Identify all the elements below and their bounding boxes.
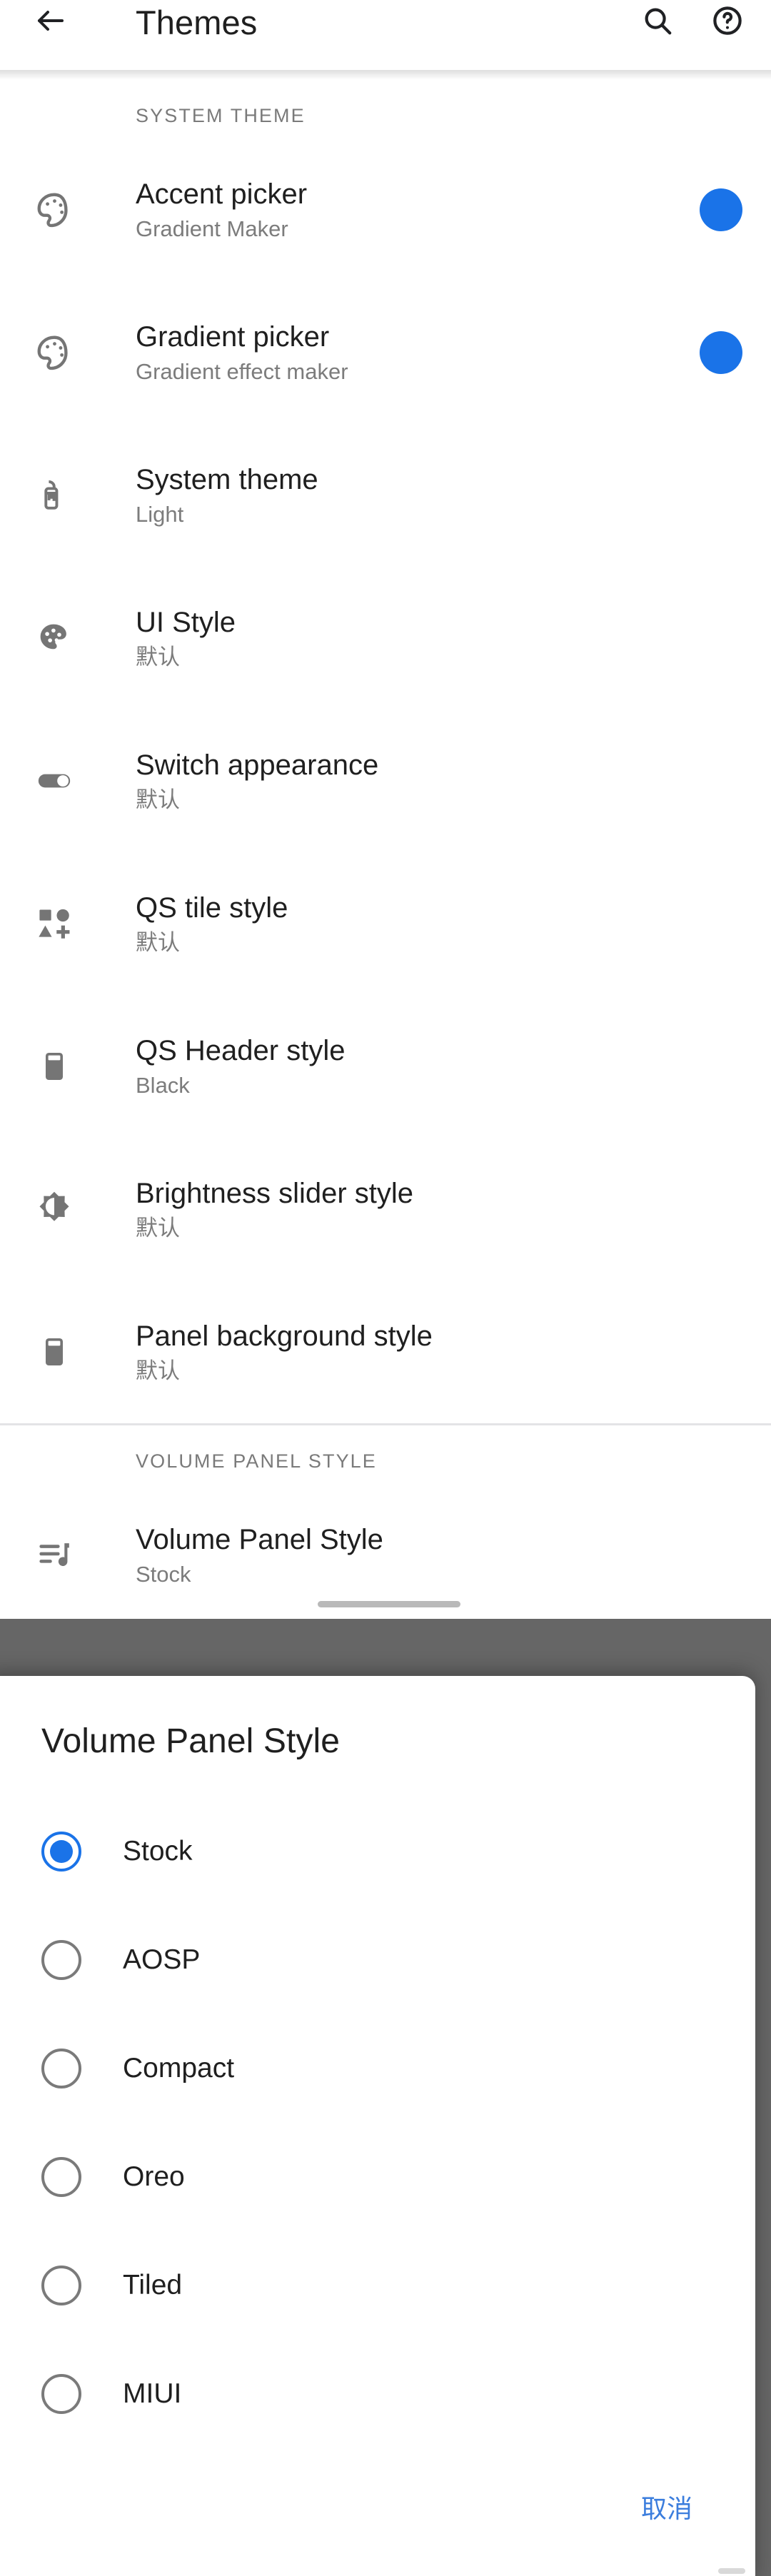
dialog-option-compact[interactable]: Compact xyxy=(0,2014,755,2123)
list-item-subtitle: Gradient Maker xyxy=(136,216,288,241)
list-item-switch-appearance[interactable]: Switch appearance 默认 xyxy=(0,709,771,852)
radio-button-icon[interactable] xyxy=(41,2266,81,2305)
settings-list[interactable]: SYSTEM THEME Accent picker Gradient Make… xyxy=(0,80,771,1627)
search-icon xyxy=(641,4,674,41)
qs-header-icon xyxy=(29,1041,80,1092)
dialog-option-label: Tiled xyxy=(123,2270,183,2300)
dialog-option-label: AOSP xyxy=(123,1944,201,1975)
palette-outline-icon xyxy=(29,327,80,378)
dialog-option-oreo[interactable]: Oreo xyxy=(0,2123,755,2231)
dialog-option-aosp[interactable]: AOSP xyxy=(0,1906,755,2014)
accent-color-swatch[interactable] xyxy=(700,188,742,231)
list-item-subtitle: Gradient effect maker xyxy=(136,358,348,384)
dialog-actions: 取消 xyxy=(633,2481,701,2532)
list-item-subtitle: 默认 xyxy=(136,644,180,670)
list-item-title: Switch appearance xyxy=(136,749,379,781)
page-title: Themes xyxy=(136,3,258,41)
panel-background-icon xyxy=(29,1326,80,1378)
list-item-title: Brightness slider style xyxy=(136,1177,414,1209)
list-item-text: QS tile style 默认 xyxy=(136,892,742,955)
list-item-text: UI Style 默认 xyxy=(136,607,742,670)
list-item-brightness-slider-style[interactable]: Brightness slider style 默认 xyxy=(0,1138,771,1281)
radio-button-icon[interactable] xyxy=(41,2374,81,2414)
list-item-text: Volume Panel Style Stock xyxy=(136,1524,742,1587)
list-item-text: Switch appearance 默认 xyxy=(136,749,742,812)
arrow-back-icon xyxy=(34,4,68,41)
list-item-ui-style[interactable]: UI Style 默认 xyxy=(0,567,771,709)
list-scrollbar-thumb[interactable] xyxy=(318,1601,460,1607)
cookie-palette-icon xyxy=(29,612,80,664)
dialog-option-stock[interactable]: Stock xyxy=(0,1797,755,1906)
list-item-title: Volume Panel Style xyxy=(136,1523,383,1555)
list-item-text: Brightness slider style 默认 xyxy=(136,1178,742,1241)
list-item-qs-header-style[interactable]: QS Header style Black xyxy=(0,995,771,1138)
list-item-subtitle: 默认 xyxy=(136,1358,180,1383)
dialog-title: Volume Panel Style xyxy=(41,1722,341,1760)
brightness-icon xyxy=(29,1183,80,1235)
app-bar-shadow xyxy=(0,70,771,80)
list-item-qs-tile-style[interactable]: QS tile style 默认 xyxy=(0,852,771,995)
list-item-title: Accent picker xyxy=(136,178,308,210)
help-button[interactable] xyxy=(708,3,747,41)
list-item-title: Gradient picker xyxy=(136,320,330,353)
list-item-system-theme[interactable]: System theme Light xyxy=(0,424,771,567)
gesture-nav-pill xyxy=(718,2568,745,2574)
list-item-subtitle: Light xyxy=(136,501,184,527)
dialog-option-label: Stock xyxy=(123,1836,193,1867)
help-circle-icon xyxy=(711,4,744,41)
list-item-subtitle: 默认 xyxy=(136,1215,180,1241)
list-item-title: QS Header style xyxy=(136,1034,346,1066)
section-header-volume-panel-style: VOLUME PANEL STYLE xyxy=(136,1450,377,1472)
list-item-subtitle: 默认 xyxy=(136,929,180,955)
back-button[interactable] xyxy=(29,0,73,44)
section-header-system-theme: SYSTEM THEME xyxy=(136,105,306,126)
dialog-option-tiled[interactable]: Tiled xyxy=(0,2231,755,2340)
dialog-option-label: MIUI xyxy=(123,2378,182,2409)
dialog-option-miui[interactable]: MIUI xyxy=(0,2340,755,2448)
list-item-text: System theme Light xyxy=(136,464,742,527)
list-item-title: QS tile style xyxy=(136,892,288,924)
list-item-title: UI Style xyxy=(136,606,236,638)
dialog-option-list: Stock AOSP Compact Oreo Tiled MIUI xyxy=(0,1797,755,2448)
list-item-text: Panel background style 默认 xyxy=(136,1320,742,1383)
radio-button-icon[interactable] xyxy=(41,2157,81,2197)
toggle-switch-icon xyxy=(29,755,80,807)
list-item-title: System theme xyxy=(136,463,318,495)
list-item-text: QS Header style Black xyxy=(136,1035,742,1098)
palette-outline-icon xyxy=(29,184,80,236)
cancel-button[interactable]: 取消 xyxy=(633,2481,701,2532)
list-item-gradient-picker[interactable]: Gradient picker Gradient effect maker xyxy=(0,281,771,424)
volume-panel-style-dialog: Volume Panel Style Stock AOSP Compact Or… xyxy=(0,1676,755,2576)
dialog-option-label: Compact xyxy=(123,2053,235,2083)
list-item-text: Gradient picker Gradient effect maker xyxy=(136,321,685,384)
list-item-panel-background-style[interactable]: Panel background style 默认 xyxy=(0,1281,771,1423)
search-button[interactable] xyxy=(638,3,677,41)
list-item-text: Accent picker Gradient Maker xyxy=(136,178,685,241)
list-item-subtitle: 默认 xyxy=(136,787,180,812)
playlist-music-icon xyxy=(29,1530,80,1581)
list-item-accent-picker[interactable]: Accent picker Gradient Maker xyxy=(0,138,771,281)
gradient-color-swatch[interactable] xyxy=(700,331,742,374)
app-bar: Themes xyxy=(0,0,771,44)
radio-button-icon[interactable] xyxy=(41,1832,81,1872)
dialog-option-label: Oreo xyxy=(123,2161,185,2192)
radio-button-icon[interactable] xyxy=(41,1940,81,1980)
radio-button-icon[interactable] xyxy=(41,2049,81,2088)
screen-root: Themes SYSTEM THEME Accent picker Gradie… xyxy=(0,0,771,2576)
list-item-title: Panel background style xyxy=(136,1320,433,1352)
shapes-grid-icon xyxy=(29,898,80,949)
app-bar-actions xyxy=(638,0,747,44)
paint-bucket-icon xyxy=(29,470,80,521)
list-item-subtitle: Black xyxy=(136,1072,190,1098)
list-item-subtitle: Stock xyxy=(136,1561,191,1587)
